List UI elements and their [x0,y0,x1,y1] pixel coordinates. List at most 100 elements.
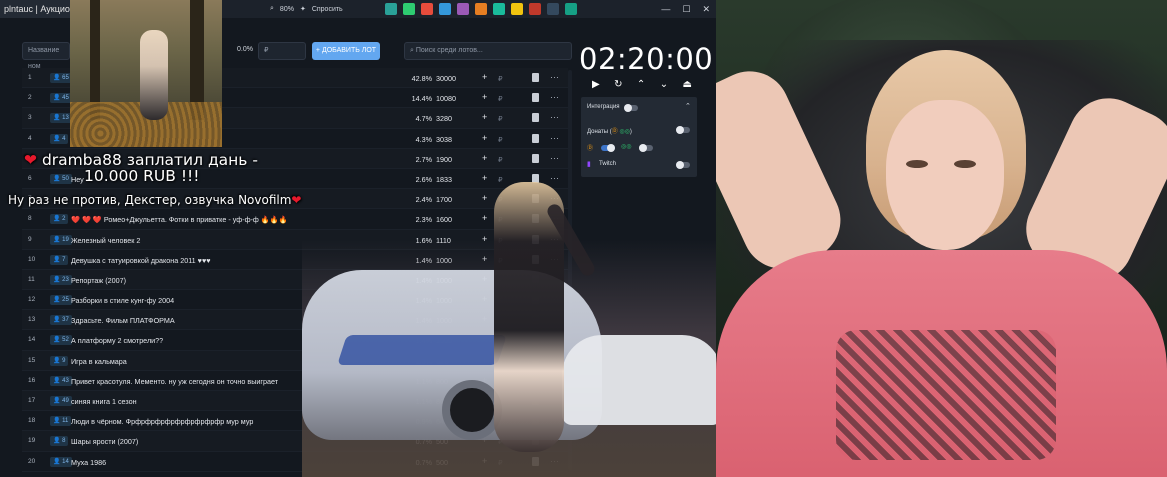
trash-icon[interactable] [532,113,539,123]
add-amount-button[interactable]: + [482,173,487,183]
more-icon[interactable]: ··· [550,355,559,365]
add-amount-button[interactable]: + [482,456,487,466]
eject-icon[interactable]: ⏏ [683,79,692,93]
add-amount-button[interactable]: + [482,435,487,445]
reset-icon[interactable]: ↻ [614,79,622,93]
more-icon[interactable]: ··· [550,72,559,82]
extension-icon[interactable] [492,3,505,15]
ask-button[interactable]: Спросить [312,6,343,13]
amount-input[interactable]: ₽ [498,236,503,245]
trash-icon[interactable] [532,133,539,143]
more-icon[interactable]: ··· [550,173,559,183]
add-amount-button[interactable]: + [482,314,487,324]
extension-icon[interactable] [456,3,469,15]
zoom-level[interactable]: 80% [280,6,294,13]
chevron-up-icon[interactable]: ⌃ [637,79,645,93]
amount-input[interactable]: ₽ [498,316,503,325]
more-icon[interactable]: ··· [550,213,559,223]
trash-icon[interactable] [532,375,539,385]
more-icon[interactable]: ··· [550,92,559,102]
lot-name[interactable]: синяя книга 1 сезон [71,397,401,406]
amount-input[interactable]: ₽ [498,397,503,406]
lot-name[interactable]: Репортаж (2007) [71,276,401,285]
trash-icon[interactable] [532,194,539,204]
amount-input[interactable]: ₽ [498,357,503,366]
trash-icon[interactable] [532,335,539,345]
trash-icon[interactable] [532,214,539,224]
amount-input[interactable]: ₽ [498,195,503,204]
more-icon[interactable]: ··· [550,375,559,385]
integrations-toggle[interactable] [624,104,638,112]
lot-name[interactable]: Шары ярости (2007) [71,437,401,446]
trash-icon[interactable] [532,73,539,82]
add-amount-button[interactable]: + [482,294,487,304]
add-amount-button[interactable]: + [482,153,487,163]
trash-icon[interactable] [532,173,539,183]
extension-icon[interactable] [420,3,433,15]
more-icon[interactable]: ··· [550,234,559,244]
lot-name[interactable]: Муха 1986 [71,458,401,467]
trash-icon[interactable] [532,295,539,305]
add-lot-button[interactable]: + ДОБАВИТЬ ЛОТ [312,42,380,60]
lot-name[interactable]: Привет красотуля. Мементо. ну уж сегодня… [71,377,401,386]
trash-icon[interactable] [532,274,539,284]
add-amount-button[interactable]: + [482,133,487,143]
lot-name[interactable]: ❤️ ❤️ ❤️ Ромео+Джульетта. Фотки в приват… [71,215,401,224]
amount-input[interactable]: ₽ [498,215,503,224]
trash-icon[interactable] [532,436,539,446]
close-icon[interactable]: ✕ [702,4,710,15]
lot-name[interactable]: А платформу 2 смотрели?? [71,336,401,345]
amount-input[interactable]: ₽ [498,276,503,285]
donations-toggle[interactable] [676,126,690,134]
lot-name[interactable]: Разборки в стиле кунг-фу 2004 [71,296,401,305]
chevron-down-icon[interactable]: ⌄ [660,79,668,93]
extension-icon[interactable] [384,3,397,15]
more-icon[interactable]: ··· [550,112,559,122]
lot-name[interactable]: Здрасьте. Фильм ПЛАТФОРМА [71,316,401,325]
extension-icon[interactable] [474,3,487,15]
trash-icon[interactable] [532,234,539,244]
minimize-icon[interactable]: — [661,4,670,15]
amount-input[interactable]: ₽ [498,114,503,123]
more-icon[interactable]: ··· [550,415,559,425]
amount-input[interactable]: ₽ [498,135,503,144]
more-icon[interactable]: ··· [550,294,559,304]
trash-icon[interactable] [532,93,539,103]
add-amount-button[interactable]: + [482,193,487,203]
youtube-icon[interactable] [528,3,541,15]
add-amount-button[interactable]: + [482,213,487,223]
lot-search-input[interactable]: ⌕ Поиск среди лотов... [404,42,572,60]
add-amount-button[interactable]: + [482,355,487,365]
trash-icon[interactable] [532,355,539,365]
amount-input[interactable]: ₽ [498,296,503,305]
chevron-up-icon[interactable]: ⌃ [685,102,691,110]
link-toggle[interactable] [639,144,653,152]
lot-name[interactable]: Игра в кальмара [71,357,401,366]
more-icon[interactable]: ··· [550,133,559,143]
amount-input[interactable]: ₽ [498,458,503,467]
trash-icon[interactable] [532,416,539,426]
more-icon[interactable]: ··· [550,395,559,405]
twitch-toggle[interactable] [676,161,690,169]
zoom-icon[interactable]: ⌕ [270,5,274,13]
amount-input[interactable]: ₽ [498,94,503,103]
amount-input[interactable]: ₽ [498,175,503,184]
amount-input[interactable]: ₽ [498,377,503,386]
trash-icon[interactable] [532,315,539,325]
trash-icon[interactable] [532,153,539,163]
add-amount-button[interactable]: + [482,334,487,344]
more-icon[interactable]: ··· [550,274,559,284]
amount-input[interactable]: ₽ [498,74,503,83]
add-amount-button[interactable]: + [482,112,487,122]
amount-input[interactable]: ₽ [498,437,503,446]
extension-icon[interactable] [438,3,451,15]
more-icon[interactable]: ··· [550,254,559,264]
more-icon[interactable]: ··· [550,314,559,324]
more-icon[interactable]: ··· [550,153,559,163]
amount-input[interactable]: ₽ [498,336,503,345]
more-icon[interactable]: ··· [550,334,559,344]
extension-icon[interactable] [510,3,523,15]
more-icon[interactable]: ··· [550,435,559,445]
trash-icon[interactable] [532,396,539,405]
lot-name[interactable]: Девушка с татуировкой дракона 2011 ♥♥♥ [71,256,401,265]
